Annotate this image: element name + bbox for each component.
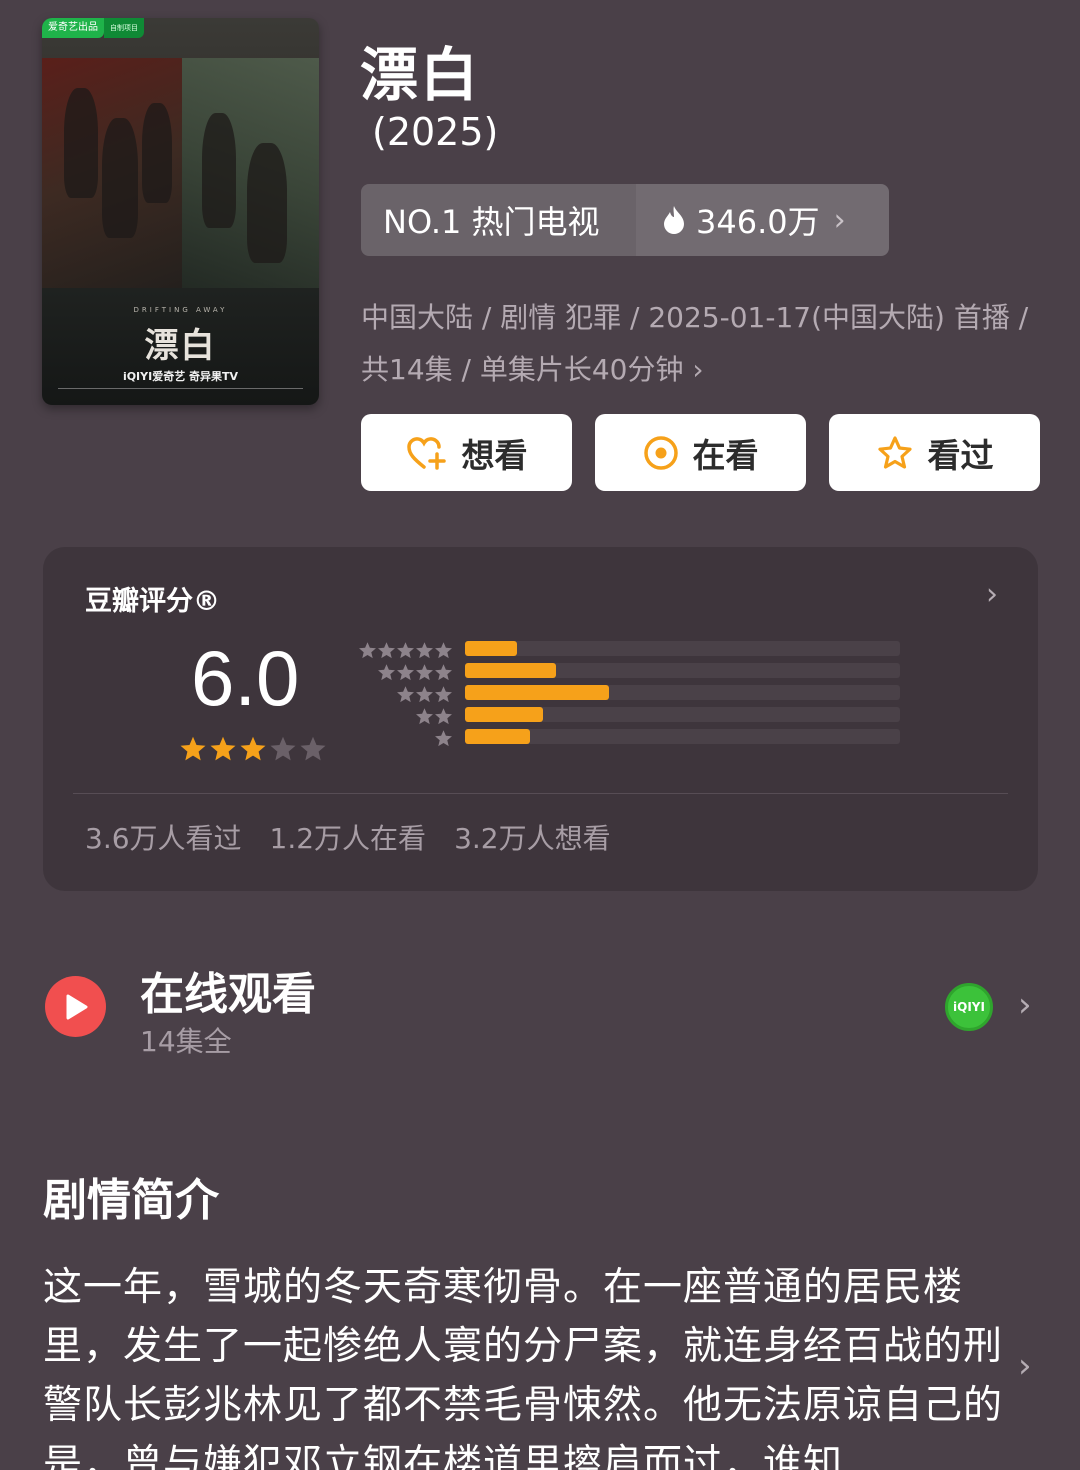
poster-figure — [64, 88, 98, 198]
distribution-star-label — [348, 727, 453, 749]
rating-label: 豆瓣评分® — [85, 586, 220, 617]
star-icon — [397, 685, 414, 702]
poster-badge: 爱奇艺出品 — [42, 18, 104, 38]
star-icon — [416, 641, 433, 658]
poster-image[interactable]: 爱奇艺出品 自制项目 DRIFTING AWAY 漂白 iQIYI爱奇艺 奇异果… — [42, 18, 319, 405]
distribution-bar-5-star — [465, 641, 518, 656]
flame-icon — [664, 206, 684, 234]
chevron-right-icon: › — [986, 577, 998, 612]
distribution-bar-track — [465, 729, 900, 744]
want-label: 想看 — [461, 435, 528, 475]
star-icon — [435, 685, 452, 702]
distribution-star-label — [348, 661, 453, 683]
target-icon — [643, 435, 678, 470]
watch-online-title[interactable]: 在线观看 — [140, 958, 316, 1022]
heat-count: 346.0万 — [696, 203, 820, 241]
watched-label: 看过 — [927, 435, 994, 475]
chevron-right-icon: › — [833, 202, 846, 238]
movie-meta[interactable]: 中国大陆 / 剧情 犯罪 / 2025-01-17(中国大陆) 首播 / 共14… — [361, 292, 1031, 396]
watching-button[interactable]: 在看 — [595, 414, 806, 491]
stat-watching: 1.2万人在看 — [269, 822, 427, 855]
star-icon — [416, 663, 433, 680]
rating-stats: 3.6万人看过 1.2万人在看 3.2万人想看 — [85, 817, 611, 857]
chevron-right-icon[interactable]: › — [1018, 1346, 1032, 1386]
star-filled-icon — [180, 736, 206, 761]
distribution-bar-track — [465, 663, 900, 678]
star-filled-icon — [210, 736, 236, 761]
synopsis-text[interactable]: 这一年，雪城的冬天奇寒彻骨。在一座普通的居民楼里，发生了一起惨绝人寰的分尸案，就… — [43, 1258, 1003, 1470]
distribution-bar-track — [465, 685, 900, 700]
ranking-pill[interactable]: NO.1 热门电视 346.0万 › — [361, 184, 889, 256]
poster-figure — [202, 113, 236, 228]
rating-stars — [179, 735, 327, 763]
heart-plus-icon — [406, 436, 446, 470]
star-outline-icon — [877, 435, 912, 469]
distribution-star-labels — [348, 639, 453, 749]
star-icon — [435, 641, 452, 658]
poster-title: 漂白 — [144, 326, 217, 366]
poster-badge-secondary: 自制项目 — [104, 18, 144, 38]
distribution-star-label — [348, 705, 453, 727]
distribution-bars — [465, 641, 900, 751]
star-icon — [397, 641, 414, 658]
star-icon — [435, 663, 452, 680]
rating-card[interactable]: 豆瓣评分® › 6.0 3.6万人看过 1.2万人在看 3.2万人想看 — [43, 547, 1038, 891]
distribution-bar-2-star — [465, 707, 544, 722]
page-title: 漂白 — [360, 41, 481, 109]
synopsis-title: 剧情简介 — [43, 1175, 219, 1226]
star-icon — [378, 663, 395, 680]
episode-count: 14集全 — [140, 1025, 232, 1058]
star-empty-icon — [300, 736, 326, 761]
poster-english-title: DRIFTING AWAY — [133, 306, 228, 314]
distribution-bar-4-star — [465, 663, 557, 678]
star-icon — [416, 707, 433, 724]
chevron-right-icon: › — [692, 353, 704, 386]
heat-section[interactable]: 346.0万 › — [636, 184, 889, 256]
distribution-bar-track — [465, 707, 900, 722]
poster-figure — [247, 143, 287, 263]
distribution-star-label — [348, 639, 453, 661]
poster-logos: iQIYI爱奇艺 奇异果TV — [122, 370, 239, 383]
star-filled-icon — [240, 736, 266, 761]
release-year: (2025) — [372, 110, 499, 154]
ranking-label: NO.1 热门电视 — [361, 184, 636, 256]
star-icon — [435, 707, 452, 724]
distribution-bar-track — [465, 641, 900, 656]
action-buttons: 想看 在看 看过 — [361, 414, 1040, 491]
play-button[interactable] — [45, 976, 106, 1037]
star-icon — [359, 641, 376, 658]
star-empty-icon — [270, 736, 296, 761]
poster-credits-line — [58, 388, 303, 394]
rating-score: 6.0 — [191, 634, 300, 722]
star-icon — [378, 641, 395, 658]
stat-want: 3.2万人想看 — [454, 822, 611, 855]
distribution-star-label — [348, 683, 453, 705]
distribution-bar-1-star — [465, 729, 531, 744]
star-icon — [416, 685, 433, 702]
star-icon — [397, 663, 414, 680]
star-icon — [435, 729, 452, 746]
distribution-bar-3-star — [465, 685, 609, 700]
want-button[interactable]: 想看 — [361, 414, 572, 491]
watching-label: 在看 — [692, 435, 759, 475]
stat-watched: 3.6万人看过 — [85, 822, 242, 855]
play-icon — [66, 994, 87, 1019]
poster-figure — [142, 103, 172, 203]
watched-button[interactable]: 看过 — [829, 414, 1040, 491]
chevron-right-icon[interactable]: › — [1018, 985, 1032, 1025]
iqiyi-logo-icon[interactable]: iQIYI — [945, 983, 993, 1031]
divider — [73, 793, 1008, 794]
poster-figure — [102, 118, 138, 238]
